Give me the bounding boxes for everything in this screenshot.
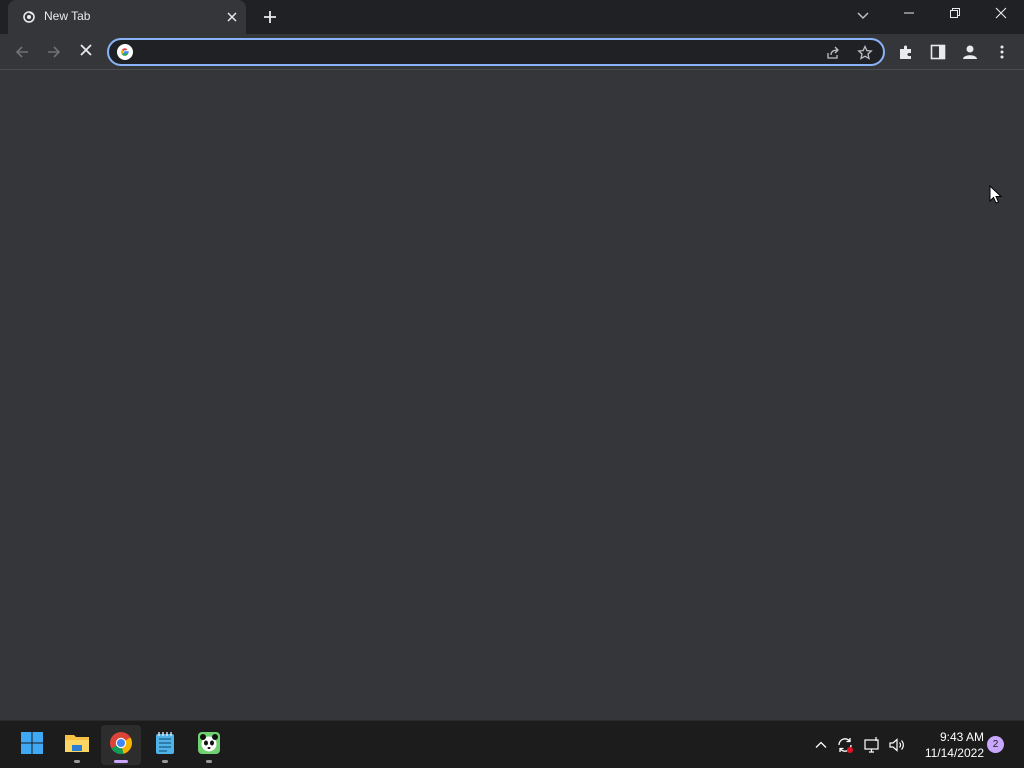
arrow-right-icon[interactable] bbox=[42, 40, 66, 64]
extensions-icon[interactable] bbox=[894, 40, 918, 64]
app-running-indicator bbox=[162, 760, 168, 763]
plus-icon[interactable] bbox=[260, 7, 280, 27]
chevron-up-icon[interactable] bbox=[811, 735, 831, 755]
tab-strip: New Tab bbox=[0, 0, 1024, 34]
minimize-button[interactable] bbox=[886, 0, 932, 30]
close-icon[interactable] bbox=[224, 9, 240, 25]
google-icon bbox=[117, 44, 133, 60]
address-input[interactable] bbox=[141, 43, 801, 61]
page-content bbox=[0, 70, 1024, 720]
browser-window: New Tab bbox=[0, 0, 1024, 720]
tab-title: New Tab bbox=[44, 9, 91, 23]
chrome-newtab-icon bbox=[23, 10, 35, 23]
notification-badge[interactable]: 2 bbox=[987, 736, 1004, 753]
clock-time: 9:43 AM bbox=[939, 730, 984, 744]
window-close-button[interactable] bbox=[978, 0, 1024, 30]
restore-icon bbox=[949, 6, 961, 24]
app-active-indicator bbox=[114, 760, 128, 763]
close-icon bbox=[78, 42, 94, 63]
taskbar-file-explorer[interactable] bbox=[57, 725, 97, 765]
notepad-icon bbox=[154, 731, 176, 760]
chrome-icon bbox=[109, 731, 133, 760]
taskbar-notepad[interactable] bbox=[145, 725, 185, 765]
start-button[interactable] bbox=[12, 725, 52, 765]
volume-icon[interactable] bbox=[887, 735, 907, 755]
panda-icon bbox=[197, 731, 221, 760]
restore-button[interactable] bbox=[932, 0, 978, 30]
network-icon[interactable] bbox=[862, 735, 882, 755]
taskbar-app[interactable] bbox=[189, 725, 229, 765]
sync-icon[interactable] bbox=[835, 735, 855, 755]
windows-logo-icon bbox=[20, 731, 44, 760]
chevron-down-icon[interactable] bbox=[853, 5, 873, 25]
clock-date: 11/14/2022 bbox=[924, 746, 984, 760]
app-running-indicator bbox=[74, 760, 80, 763]
stop-loading-button[interactable] bbox=[74, 40, 98, 64]
kebab-menu-icon[interactable] bbox=[990, 40, 1014, 64]
browser-toolbar bbox=[0, 34, 1024, 70]
taskbar-chrome[interactable] bbox=[101, 725, 141, 765]
minimize-icon bbox=[903, 6, 915, 24]
mouse-cursor-icon bbox=[989, 184, 1003, 205]
arrow-left-icon[interactable] bbox=[10, 40, 34, 64]
folder-icon bbox=[64, 732, 90, 759]
app-running-indicator bbox=[206, 760, 212, 763]
share-icon[interactable] bbox=[823, 43, 843, 63]
taskbar: 9:43 AM 11/14/2022 2 bbox=[0, 720, 1024, 768]
system-clock[interactable]: 9:43 AM 11/14/2022 bbox=[912, 729, 984, 761]
profile-icon[interactable] bbox=[958, 40, 982, 64]
side-panel-icon[interactable] bbox=[926, 40, 950, 64]
address-bar[interactable] bbox=[107, 38, 885, 66]
close-icon bbox=[995, 6, 1007, 24]
star-icon[interactable] bbox=[855, 43, 875, 63]
tab-new-tab[interactable]: New Tab bbox=[8, 0, 246, 34]
